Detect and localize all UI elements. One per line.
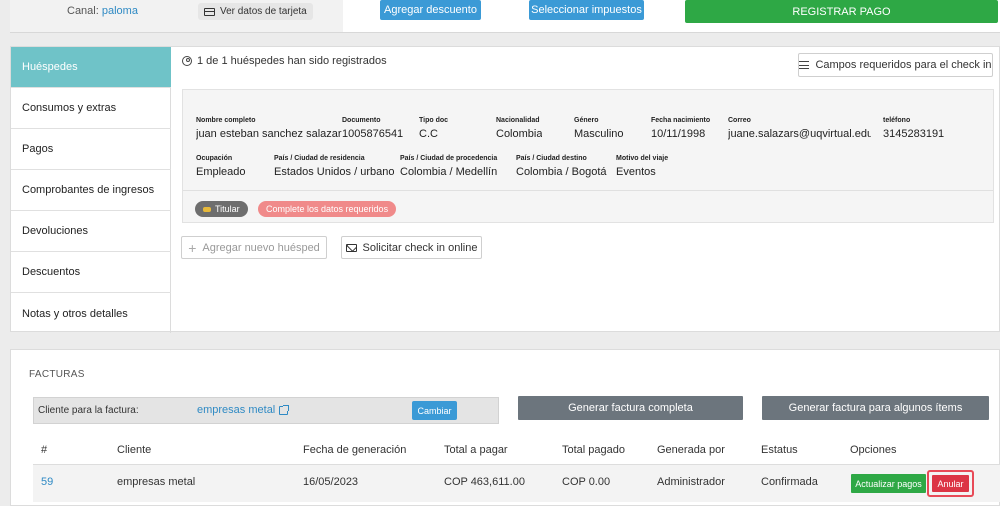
- user-circle-icon: [182, 56, 192, 66]
- column-header-id: #: [41, 444, 48, 456]
- update-payments-button[interactable]: Actualizar pagos: [851, 474, 926, 493]
- invoice-total: COP 463,611.00: [444, 476, 525, 488]
- field-label: Tipo doc: [419, 117, 449, 124]
- invoice-id-link[interactable]: 59: [41, 476, 53, 488]
- field-label: País / Ciudad de residencia: [274, 155, 365, 162]
- sidebar-item-descuentos[interactable]: Descuentos: [11, 252, 171, 293]
- key-icon: [203, 206, 211, 212]
- holder-badge-label: Titular: [215, 204, 240, 214]
- guest-email: juane.salazars@uqvirtual.edu.co: [728, 128, 871, 140]
- reservation-info-bar: Canal: paloma Ver datos de tarjeta: [10, 0, 343, 33]
- full-invoice-button[interactable]: Generar factura completa: [518, 396, 743, 420]
- add-discount-button[interactable]: Agregar descuento: [380, 0, 481, 20]
- registered-count: 1 de 1 huéspedes han sido registrados: [182, 55, 387, 67]
- guest-origin: Colombia / Medellín: [400, 166, 498, 178]
- sidebar-item-pagos[interactable]: Pagos: [11, 129, 171, 170]
- field-label: Ocupación: [196, 155, 233, 162]
- partial-invoice-button[interactable]: Generar factura para algunos ítems: [762, 396, 989, 420]
- credit-card-icon: [204, 7, 215, 16]
- payment-actions-bar: Agregar descuento Seleccionar impuestos …: [343, 0, 1000, 33]
- online-checkin-label: Solicitar check in online: [362, 241, 478, 254]
- column-header-client: Cliente: [117, 444, 152, 456]
- guest-phone: 3145283191: [883, 128, 945, 140]
- sidebar-item-devoluciones[interactable]: Devoluciones: [11, 211, 171, 252]
- incomplete-data-badge[interactable]: Complete los datos requeridos: [258, 201, 397, 217]
- sidebar-item-huespedes[interactable]: Huéspedes: [11, 47, 171, 88]
- field-label: Nombre completo: [196, 117, 256, 124]
- guests-panel: Huéspedes Consumos y extras Pagos Compro…: [10, 46, 1000, 333]
- top-bar: Canal: paloma Ver datos de tarjeta Agreg…: [0, 0, 1000, 38]
- field-label: País / Ciudad destino: [516, 155, 587, 162]
- field-label: País / Ciudad de procedencia: [400, 155, 498, 162]
- guest-gender: Masculino: [574, 128, 624, 140]
- sidebar-item-comprobantes[interactable]: Comprobantes de ingresos: [11, 170, 171, 211]
- guest-birthdate: 10/11/1998: [651, 128, 706, 140]
- guest-card: Nombre completo juan esteban sanchez sal…: [182, 89, 994, 223]
- guest-residence: Estados Unidos / urbano: [274, 166, 395, 178]
- required-fields-label: Campos requeridos para el check in: [815, 59, 992, 71]
- column-header-generated-by: Generada por: [657, 444, 725, 456]
- invoice-client-box: Cliente para la factura: empresas metal …: [33, 397, 499, 424]
- guest-travel-reason: Eventos: [616, 166, 656, 178]
- cancel-invoice-button[interactable]: Anular: [932, 475, 969, 492]
- invoice-date: 16/05/2023: [303, 476, 359, 488]
- column-header-date: Fecha de generación: [303, 444, 407, 456]
- guest-doc-type: C.C: [419, 128, 438, 140]
- canal-label: Canal:: [67, 5, 99, 17]
- holder-badge: Titular: [195, 201, 248, 217]
- canal-info: Canal: paloma: [67, 5, 138, 17]
- field-label: Fecha nacimiento: [651, 117, 711, 124]
- invoice-paid: COP 0.00: [562, 476, 611, 488]
- field-label: teléfono: [883, 117, 911, 124]
- guest-destination: Colombia / Bogotá: [516, 166, 607, 178]
- column-header-options: Opciones: [850, 444, 897, 456]
- invoice-client-link[interactable]: empresas metal: [197, 404, 290, 416]
- guest-card-footer: Titular Complete los datos requeridos: [183, 190, 993, 223]
- online-checkin-button[interactable]: Solicitar check in online: [341, 236, 482, 259]
- field-label: Nacionalidad: [496, 117, 540, 124]
- invoices-panel: FACTURAS Cliente para la factura: empres…: [10, 349, 1000, 506]
- cancel-button-highlight: Anular: [927, 470, 974, 497]
- field-label: Género: [574, 117, 599, 124]
- add-guest-label: Agregar nuevo huésped: [202, 241, 320, 254]
- register-payment-button[interactable]: REGISTRAR PAGO: [685, 0, 998, 23]
- field-label: Documento: [342, 117, 381, 124]
- registered-count-text: 1 de 1 huéspedes han sido registrados: [197, 55, 387, 67]
- external-link-icon: [279, 404, 290, 415]
- invoices-title: FACTURAS: [29, 369, 85, 380]
- column-header-status: Estatus: [761, 444, 798, 456]
- required-fields-button[interactable]: Campos requeridos para el check in: [798, 53, 993, 77]
- guest-occupation: Empleado: [196, 166, 246, 178]
- change-client-button[interactable]: Cambiar: [412, 401, 457, 420]
- select-taxes-button[interactable]: Seleccionar impuestos: [529, 0, 644, 20]
- plus-icon: +: [188, 239, 197, 256]
- sidebar-item-consumos[interactable]: Consumos y extras: [11, 88, 171, 129]
- column-header-paid: Total pagado: [562, 444, 625, 456]
- canal-link[interactable]: paloma: [102, 5, 138, 17]
- add-guest-button[interactable]: + Agregar nuevo huésped: [181, 236, 327, 259]
- invoice-client-label: Cliente para la factura:: [38, 405, 139, 416]
- sidebar: Huéspedes Consumos y extras Pagos Compro…: [11, 47, 171, 333]
- sidebar-item-notas[interactable]: Notas y otros detalles: [11, 293, 171, 334]
- column-header-total: Total a pagar: [444, 444, 508, 456]
- card-details-label: Ver datos de tarjeta: [220, 6, 307, 17]
- guest-full-name: juan esteban sanchez salazar: [196, 128, 342, 140]
- guest-document: 1005876541: [342, 128, 404, 140]
- guest-nationality: Colombia: [496, 128, 543, 140]
- field-label: Motivo del viaje: [616, 155, 669, 162]
- invoice-generated-by: Administrador: [657, 476, 725, 488]
- list-icon: [799, 61, 810, 69]
- table-row: 59 empresas metal 16/05/2023 COP 463,611…: [33, 464, 1000, 502]
- invoice-client: empresas metal: [117, 476, 196, 488]
- invoice-client-name: empresas metal: [197, 404, 276, 416]
- mail-icon: [345, 243, 357, 252]
- card-details-button[interactable]: Ver datos de tarjeta: [198, 3, 313, 20]
- field-label: Correo: [728, 117, 751, 124]
- invoice-status: Confirmada: [761, 476, 818, 488]
